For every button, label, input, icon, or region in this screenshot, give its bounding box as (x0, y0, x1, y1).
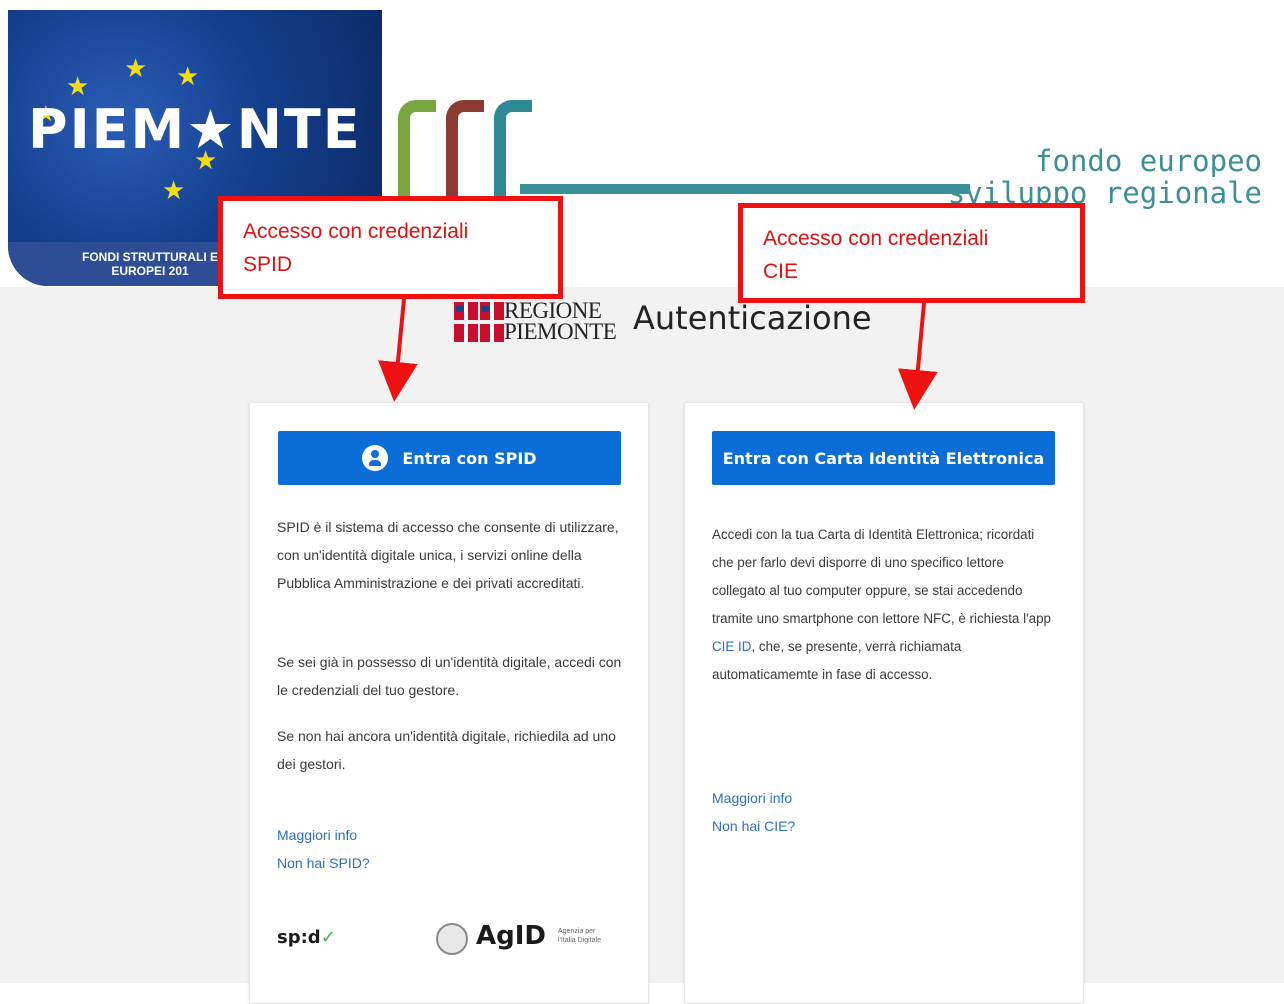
spid-annotation-callout: Accesso con credenziali SPID (218, 196, 563, 299)
cie-more-info-link[interactable]: Maggiori info (712, 784, 795, 812)
spid-more-info-link[interactable]: Maggiori info (277, 821, 370, 849)
spid-no-account-link[interactable]: Non hai SPID? (277, 849, 370, 877)
star-icon: ★ (176, 62, 200, 92)
cie-no-account-link[interactable]: Non hai CIE? (712, 812, 795, 840)
page-title: Autenticazione (633, 299, 872, 337)
user-circle-icon (362, 445, 389, 471)
regione-piemonte-text: REGIONE PIEMONTE (504, 298, 617, 344)
fesr-text: fondo europeo sviluppo regionale (947, 144, 1262, 210)
spid-login-label: Entra con SPID (402, 448, 537, 468)
spid-description: SPID è il sistema di accesso che consent… (277, 519, 619, 591)
star-icon: ★ (162, 176, 186, 206)
cie-annotation-callout: Accesso con credenziali CIE (738, 203, 1085, 303)
italian-emblem-icon (436, 923, 468, 955)
check-icon: ✓ (320, 927, 336, 948)
spid-logo: sp:d✓ (277, 927, 336, 948)
cie-login-button[interactable]: Entra con Carta Identità Elettronica (712, 431, 1055, 485)
cie-id-app-link[interactable]: CIE ID (712, 639, 751, 654)
cie-card: Entra con Carta Identità Elettronica Acc… (684, 402, 1084, 1004)
star-icon: ★ (66, 72, 90, 102)
spid-card: Entra con SPID SPID è il sistema di acce… (249, 402, 649, 1004)
piemonte-wordmark: PIEM★NTE (28, 98, 362, 161)
star-icon: ★ (124, 54, 148, 84)
fesr-logo-bar (520, 184, 970, 194)
spid-no-identity-text: Se non hai ancora un'identità digitale, … (277, 728, 616, 772)
cie-description: Accedi con la tua Carta di Identità Elet… (712, 527, 1051, 682)
agid-logo: AgID Agenzia per l'Italia Digitale (436, 919, 626, 959)
spid-existing-identity-text: Se sei già in possesso di un'identità di… (277, 654, 622, 698)
cie-login-label: Entra con Carta Identità Elettronica (722, 448, 1045, 468)
spid-login-button[interactable]: Entra con SPID (278, 431, 621, 485)
